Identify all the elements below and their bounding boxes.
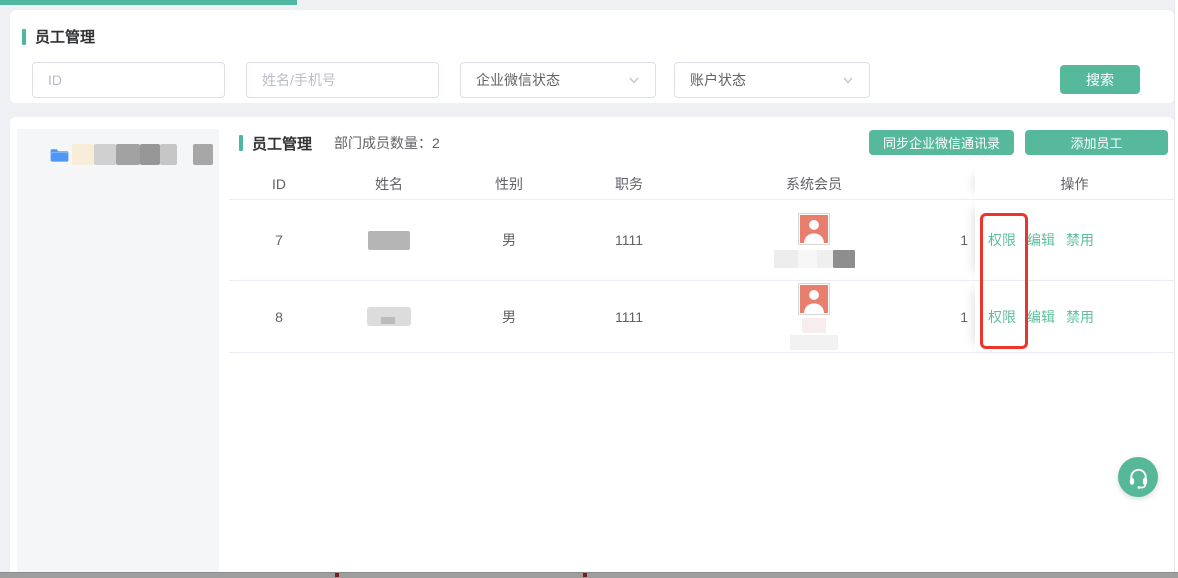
cell-id: 7 [229,200,329,280]
cell-position: 1111 [569,200,689,280]
vertical-scrollbar-track[interactable] [1174,0,1178,578]
search-button[interactable]: 搜索 [1060,65,1140,94]
chevron-down-icon [628,74,640,86]
annotation-fragment [335,573,339,577]
cell-name [329,200,449,280]
loading-progress-bar [0,0,297,5]
cell-clipped-text: 1 [939,200,975,280]
department-tree-item[interactable] [17,129,219,165]
redacted-member-name [790,318,838,350]
cell-gender: 男 [449,281,569,352]
cell-name [329,281,449,352]
sync-wechat-contacts-button[interactable]: 同步企业微信通讯录 [869,130,1014,155]
column-header-gender: 性别 [449,168,569,199]
disable-link[interactable]: 禁用 [1066,307,1094,327]
cell-actions: 权限 编辑 禁用 [975,200,1174,280]
redacted-name-block [368,231,410,250]
add-employee-button[interactable]: 添加员工 [1025,130,1168,155]
cell-member [689,200,939,280]
permission-link[interactable]: 权限 [988,230,1016,250]
filter-panel: 员工管理 企业微信状态 账户状态 搜索 [10,10,1174,103]
table-header-row: ID 姓名 性别 职务 系统会员 操作 [229,168,1174,200]
redacted-text-block [193,144,213,165]
account-status-value: 账户状态 [690,70,746,90]
employee-panel: 员工管理 部门成员数量： 2 同步企业微信通讯录 添加员工 ID 姓名 性别 职… [10,117,1174,578]
headset-icon [1127,466,1150,489]
customer-service-button[interactable] [1118,457,1158,497]
redacted-text-block [140,144,160,165]
page-title: 员工管理 [35,26,95,47]
title-accent-bar [22,29,26,45]
redacted-text-block [72,144,94,165]
column-header-ops: 操作 [975,168,1174,199]
cell-clipped-text: 1 [939,281,975,352]
filter-row: 企业微信状态 账户状态 [32,62,888,98]
horizontal-scrollbar[interactable] [0,572,1178,578]
wechat-status-value: 企业微信状态 [476,70,560,90]
department-sidebar [17,129,219,573]
column-header-position: 职务 [569,168,689,199]
name-phone-input[interactable] [246,62,439,98]
member-box [790,283,838,350]
dept-count-value: 2 [432,135,440,151]
cell-actions: 权限 编辑 禁用 [975,281,1174,352]
avatar-person-icon [800,285,828,313]
cell-member [689,281,939,352]
member-avatar[interactable] [798,213,830,245]
redacted-text-block [116,144,140,165]
table-actions: 同步企业微信通讯录 添加员工 [858,130,1168,155]
edit-link[interactable]: 编辑 [1027,307,1055,327]
table-title: 员工管理 [252,133,312,154]
column-header-clipped [939,168,975,199]
column-header-member: 系统会员 [689,168,939,199]
cell-position: 1111 [569,281,689,352]
title-accent-bar [239,135,243,151]
annotation-fragment [583,573,587,577]
dept-count-label: 部门成员数量： [334,133,432,153]
member-box [774,213,855,268]
cell-gender: 男 [449,200,569,280]
member-avatar[interactable] [798,283,830,315]
account-status-select[interactable]: 账户状态 [674,62,870,98]
table-row: 8 男 1111 [229,281,1174,353]
redacted-text-block [94,144,116,165]
column-header-name: 姓名 [329,168,449,199]
panel-title-row: 员工管理 [10,10,1174,47]
table-row: 7 男 1111 [229,200,1174,281]
id-input[interactable] [32,62,225,98]
wechat-status-select[interactable]: 企业微信状态 [460,62,656,98]
redacted-member-name [774,250,855,268]
edit-link[interactable]: 编辑 [1027,230,1055,250]
table-header-bar: 员工管理 部门成员数量： 2 同步企业微信通讯录 添加员工 [229,130,1174,156]
avatar-person-icon [800,215,828,243]
redacted-name-block [367,307,411,326]
disable-link[interactable]: 禁用 [1066,230,1094,250]
employee-table: ID 姓名 性别 职务 系统会员 操作 7 男 1111 [229,168,1174,353]
chevron-down-icon [842,74,854,86]
redacted-text-block [160,144,177,165]
column-header-id: ID [229,168,329,199]
folder-icon [50,146,69,163]
cell-id: 8 [229,281,329,352]
permission-link[interactable]: 权限 [988,307,1016,327]
